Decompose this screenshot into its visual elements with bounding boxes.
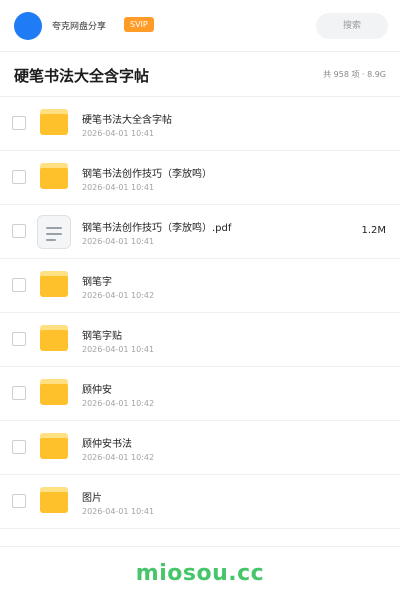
folder-icon — [40, 325, 68, 351]
folder-title-bar: 硬笔书法大全含字帖 共 958 项 · 8.9G — [0, 53, 400, 97]
folder-icon — [40, 487, 68, 513]
file-date: 2026-04-01 10:41 — [82, 237, 155, 246]
file-size: 1.2M — [361, 225, 386, 236]
file-date: 2026-04-01 10:41 — [82, 345, 155, 354]
list-item[interactable]: 钢笔字 2026-04-01 10:42 — [0, 259, 400, 313]
file-name: 顾仲安书法 — [82, 439, 132, 450]
folder-icon — [40, 433, 68, 459]
document-icon — [37, 215, 71, 249]
file-date: 2026-04-01 10:42 — [82, 399, 155, 408]
list-item[interactable]: 图片 2026-04-01 10:41 — [0, 475, 400, 529]
folder-icon — [40, 163, 68, 189]
file-list: 硬笔书法大全含字帖 2026-04-01 10:41 钢笔书法创作技巧（李放鸣）… — [0, 97, 400, 529]
share-header: 夸克网盘分享 SVIP 搜索 — [0, 0, 400, 52]
select-checkbox[interactable] — [12, 332, 26, 346]
select-checkbox[interactable] — [12, 116, 26, 130]
item-summary: 共 958 项 · 8.9G — [323, 70, 386, 79]
file-name: 钢笔字 — [82, 277, 112, 288]
folder-icon — [40, 379, 68, 405]
file-name: 钢笔书法创作技巧（李放鸣）.pdf — [82, 223, 232, 234]
file-date: 2026-04-01 10:42 — [82, 291, 155, 300]
file-name: 钢笔书法创作技巧（李放鸣） — [82, 169, 212, 180]
list-item[interactable]: 钢笔字贴 2026-04-01 10:41 — [0, 313, 400, 367]
select-checkbox[interactable] — [12, 386, 26, 400]
file-name: 硬笔书法大全含字帖 — [82, 115, 172, 126]
select-checkbox[interactable] — [12, 170, 26, 184]
file-name: 图片 — [82, 493, 102, 504]
watermark: miosou.cc — [135, 561, 265, 586]
brand-label: 夸克网盘分享 — [52, 22, 107, 32]
file-date: 2026-04-01 10:41 — [82, 183, 155, 192]
select-checkbox[interactable] — [12, 494, 26, 508]
file-date: 2026-04-01 10:41 — [82, 129, 155, 138]
avatar[interactable] — [14, 12, 42, 40]
select-checkbox[interactable] — [12, 224, 26, 238]
footer: miosou.cc — [0, 546, 400, 600]
list-item[interactable]: 钢笔书法创作技巧（李放鸣）.pdf 2026-04-01 10:41 1.2M — [0, 205, 400, 259]
page-title: 硬笔书法大全含字帖 — [14, 67, 150, 85]
file-date: 2026-04-01 10:41 — [82, 507, 155, 516]
select-checkbox[interactable] — [12, 440, 26, 454]
folder-icon — [40, 109, 68, 135]
file-name: 钢笔字贴 — [82, 331, 122, 342]
list-item[interactable]: 顾仲安 2026-04-01 10:42 — [0, 367, 400, 421]
folder-icon — [40, 271, 68, 297]
list-item[interactable]: 硬笔书法大全含字帖 2026-04-01 10:41 — [0, 97, 400, 151]
select-checkbox[interactable] — [12, 278, 26, 292]
file-name: 顾仲安 — [82, 385, 112, 396]
list-item[interactable]: 顾仲安书法 2026-04-01 10:42 — [0, 421, 400, 475]
search-button[interactable]: 搜索 — [316, 13, 388, 39]
file-date: 2026-04-01 10:42 — [82, 453, 155, 462]
svip-badge: SVIP — [124, 17, 154, 32]
list-item[interactable]: 钢笔书法创作技巧（李放鸣） 2026-04-01 10:41 — [0, 151, 400, 205]
